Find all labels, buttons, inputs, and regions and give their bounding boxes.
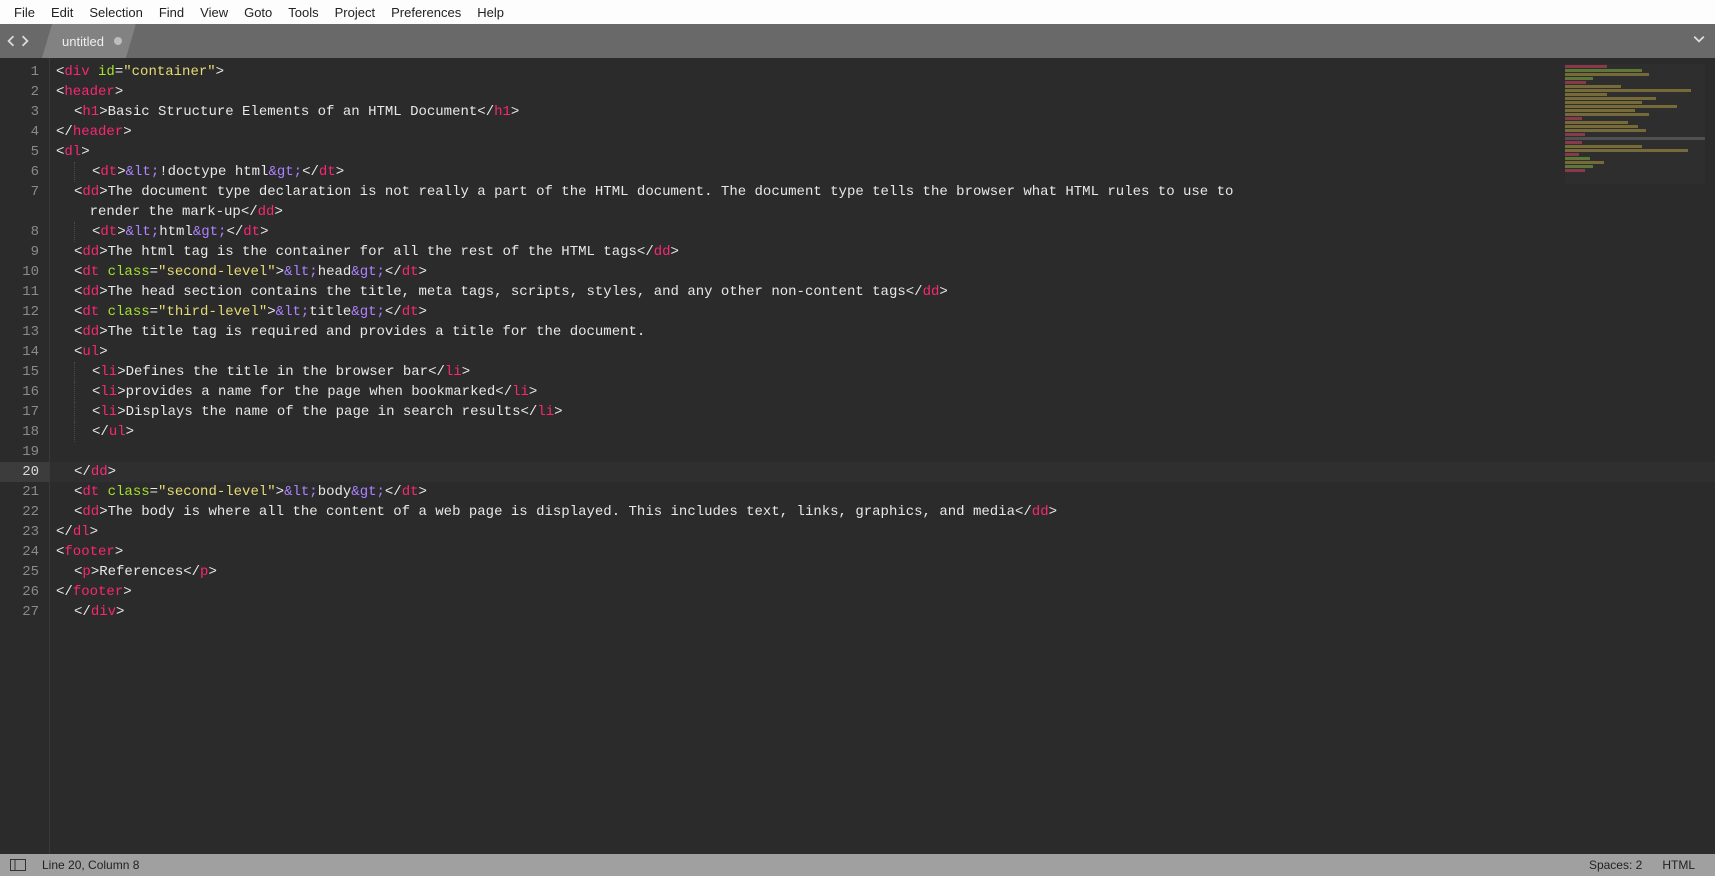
- line-number[interactable]: 18: [0, 422, 39, 442]
- line-number[interactable]: 3: [0, 102, 39, 122]
- code-line[interactable]: </dd>: [56, 462, 1715, 482]
- code-line[interactable]: <dt class="third-level">&lt;title&gt;</d…: [56, 302, 1715, 322]
- line-number[interactable]: 19: [0, 442, 39, 462]
- line-number[interactable]: 15: [0, 362, 39, 382]
- menu-file[interactable]: File: [6, 2, 43, 23]
- line-number[interactable]: 21: [0, 482, 39, 502]
- code-line[interactable]: <li>Defines the title in the browser bar…: [56, 362, 1715, 382]
- nav-back-icon[interactable]: [5, 35, 17, 47]
- line-number[interactable]: [0, 202, 39, 222]
- code-line[interactable]: </div>: [56, 602, 1715, 622]
- menu-tools[interactable]: Tools: [280, 2, 326, 23]
- code-line[interactable]: </ul>: [56, 422, 1715, 442]
- code-line[interactable]: render the mark-up</dd>: [56, 202, 1715, 222]
- code-line[interactable]: <dl>: [56, 142, 1715, 162]
- syntax-mode[interactable]: HTML: [1652, 858, 1705, 872]
- code-line[interactable]: <header>: [56, 82, 1715, 102]
- code-line[interactable]: <dd>The title tag is required and provid…: [56, 322, 1715, 342]
- menu-edit[interactable]: Edit: [43, 2, 81, 23]
- line-number[interactable]: 1: [0, 62, 39, 82]
- menu-project[interactable]: Project: [327, 2, 383, 23]
- line-number[interactable]: 23: [0, 522, 39, 542]
- minimap[interactable]: [1565, 64, 1705, 184]
- code-line[interactable]: </footer>: [56, 582, 1715, 602]
- code-area[interactable]: <div id="container"><header><h1>Basic St…: [50, 58, 1715, 854]
- line-number[interactable]: 20: [0, 462, 49, 482]
- code-line[interactable]: <dt class="second-level">&lt;body&gt;</d…: [56, 482, 1715, 502]
- code-line[interactable]: <h1>Basic Structure Elements of an HTML …: [56, 102, 1715, 122]
- line-number[interactable]: 2: [0, 82, 39, 102]
- panel-icon[interactable]: [10, 859, 26, 871]
- code-line[interactable]: <p>References</p>: [56, 562, 1715, 582]
- code-line[interactable]: [56, 442, 1715, 462]
- nav-forward-icon[interactable]: [19, 35, 31, 47]
- menu-bar: FileEditSelectionFindViewGotoToolsProjec…: [0, 0, 1715, 24]
- code-line[interactable]: </header>: [56, 122, 1715, 142]
- nav-arrows[interactable]: [0, 24, 36, 58]
- indent-setting[interactable]: Spaces: 2: [1579, 858, 1652, 872]
- tab-untitled[interactable]: untitled: [42, 24, 136, 58]
- code-line[interactable]: <dd>The document type declaration is not…: [56, 182, 1715, 202]
- tab-dropdown-button[interactable]: [1693, 32, 1705, 50]
- code-line[interactable]: </dl>: [56, 522, 1715, 542]
- code-line[interactable]: <dd>The body is where all the content of…: [56, 502, 1715, 522]
- code-line[interactable]: <dt>&lt;!doctype html&gt;</dt>: [56, 162, 1715, 182]
- line-number[interactable]: 8: [0, 222, 39, 242]
- line-number[interactable]: 27: [0, 602, 39, 622]
- chevron-down-icon: [1693, 33, 1705, 45]
- line-number[interactable]: 14: [0, 342, 39, 362]
- code-line[interactable]: <dd>The head section contains the title,…: [56, 282, 1715, 302]
- line-number[interactable]: 7: [0, 182, 39, 202]
- code-line[interactable]: <li>provides a name for the page when bo…: [56, 382, 1715, 402]
- cursor-position[interactable]: Line 20, Column 8: [32, 858, 149, 872]
- line-number[interactable]: 17: [0, 402, 39, 422]
- tab-strip: untitled: [0, 24, 1715, 58]
- status-bar: Line 20, Column 8 Spaces: 2 HTML: [0, 854, 1715, 876]
- line-number[interactable]: 9: [0, 242, 39, 262]
- menu-goto[interactable]: Goto: [236, 2, 280, 23]
- code-line[interactable]: <footer>: [56, 542, 1715, 562]
- editor: 1234567891011121314151617181920212223242…: [0, 58, 1715, 854]
- line-number[interactable]: 22: [0, 502, 39, 522]
- code-line[interactable]: <li>Displays the name of the page in sea…: [56, 402, 1715, 422]
- code-line[interactable]: <dt>&lt;html&gt;</dt>: [56, 222, 1715, 242]
- menu-preferences[interactable]: Preferences: [383, 2, 469, 23]
- line-number[interactable]: 24: [0, 542, 39, 562]
- line-number[interactable]: 25: [0, 562, 39, 582]
- tab-title: untitled: [62, 34, 104, 49]
- dirty-indicator-icon: [114, 37, 122, 45]
- line-number[interactable]: 11: [0, 282, 39, 302]
- line-number[interactable]: 6: [0, 162, 39, 182]
- menu-view[interactable]: View: [192, 2, 236, 23]
- menu-help[interactable]: Help: [469, 2, 512, 23]
- line-number[interactable]: 12: [0, 302, 39, 322]
- line-number[interactable]: 10: [0, 262, 39, 282]
- line-number[interactable]: 16: [0, 382, 39, 402]
- menu-find[interactable]: Find: [151, 2, 192, 23]
- line-number[interactable]: 13: [0, 322, 39, 342]
- code-line[interactable]: <dt class="second-level">&lt;head&gt;</d…: [56, 262, 1715, 282]
- gutter[interactable]: 1234567891011121314151617181920212223242…: [0, 58, 50, 854]
- line-number[interactable]: 4: [0, 122, 39, 142]
- line-number[interactable]: 26: [0, 582, 39, 602]
- line-number[interactable]: 5: [0, 142, 39, 162]
- code-line[interactable]: <dd>The html tag is the container for al…: [56, 242, 1715, 262]
- code-line[interactable]: <div id="container">: [56, 62, 1715, 82]
- menu-selection[interactable]: Selection: [81, 2, 150, 23]
- code-line[interactable]: <ul>: [56, 342, 1715, 362]
